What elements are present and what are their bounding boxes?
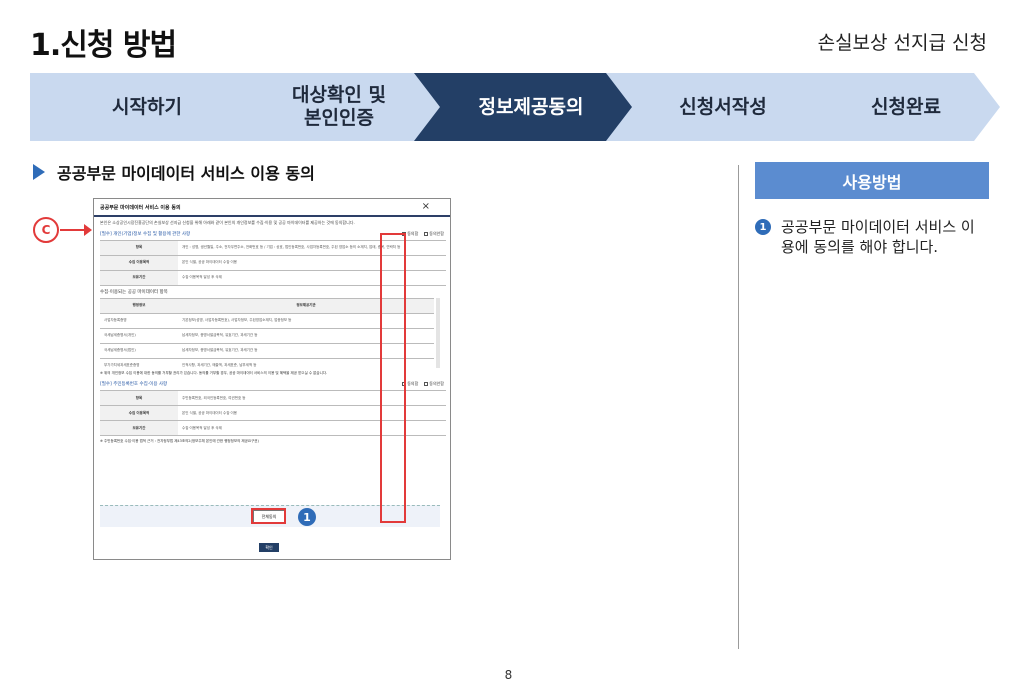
highlight-agree-column (380, 233, 406, 523)
step-complete: 신청완료 (798, 73, 1000, 141)
page-number: 8 (504, 668, 513, 682)
group-title: [필수] 주민등록번호 수집·이용 사항 (100, 382, 168, 388)
step-application: 신청서작성 (606, 73, 826, 141)
step-verify: 대상확인 및 본인인증 (222, 73, 442, 141)
section-heading: 공공부문 마이데이터 서비스 이용 동의 (33, 160, 315, 184)
confirm-button[interactable]: 확인 (259, 543, 279, 552)
step-label: 대상확인 및 본인인증 (291, 84, 386, 129)
group-title: [필수] 개인(기업)정보 수집 및 활용에 관한 사항 (100, 231, 191, 237)
highlight-agree-all (251, 508, 286, 524)
agree-options: 동의함 동의안함 (402, 231, 444, 237)
page-subtitle: 손실보상 선지급 신청 (817, 32, 987, 54)
step-number-icon: 1 (755, 219, 771, 235)
usage-step-item: 1 공공부문 마이데이터 서비스 이용에 동의를 해야 합니다. (755, 217, 995, 258)
usage-step-text: 공공부문 마이데이터 서비스 이용에 동의를 해야 합니다. (781, 218, 975, 257)
scrollbar-thumb[interactable] (436, 310, 440, 326)
vertical-divider (738, 165, 739, 649)
step-number-badge: 1 (298, 508, 316, 526)
dialog-title: 공공부문 마이데이터 서비스 이용 동의 (100, 205, 181, 211)
disagree-checkbox[interactable]: 동의안함 (424, 231, 444, 237)
triangle-bullet-icon (33, 164, 45, 180)
section-heading-text: 공공부문 마이데이터 서비스 이용 동의 (57, 164, 315, 183)
usage-title: 사용방법 (755, 162, 989, 199)
step-label: 정보제공동의 (478, 95, 584, 118)
dialog-header: 공공부문 마이데이터 서비스 이용 동의 × (94, 199, 450, 217)
step-label: 신청서작성 (679, 95, 767, 118)
close-icon[interactable]: × (422, 201, 430, 212)
step-consent: 정보제공동의 (414, 73, 634, 141)
disagree-checkbox[interactable]: 동의안함 (424, 381, 444, 387)
step-label: 시작하기 (112, 95, 182, 118)
agree-options: 동의함 동의안함 (402, 381, 444, 387)
step-start: 시작하기 (30, 73, 250, 141)
callout-c-marker: C (33, 217, 59, 243)
dialog-intro: 본인은 소상공인시장진흥공단의 손실보상 선지급 신청을 위해 아래와 같이 본… (100, 220, 355, 225)
step-progress: 시작하기 대상확인 및 본인인증 정보제공동의 신청서작성 신청완료 (30, 73, 1000, 141)
page-title: 1.신청 방법 (30, 28, 177, 63)
arrow-right-icon (60, 224, 92, 236)
step-label: 신청완료 (871, 95, 941, 118)
